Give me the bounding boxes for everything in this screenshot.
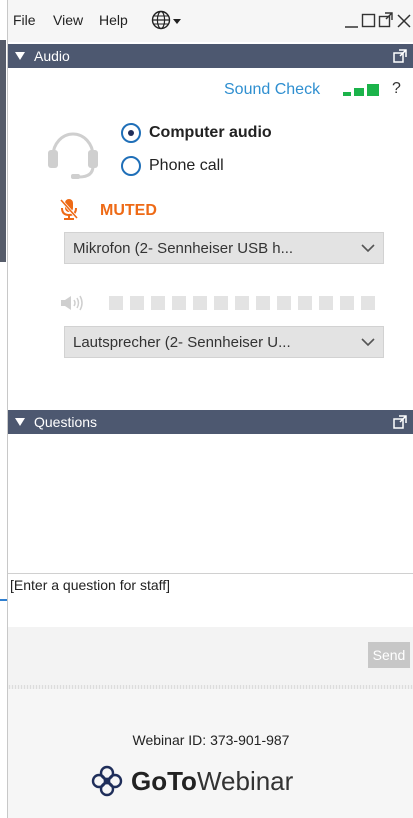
chevron-down-icon xyxy=(361,244,375,253)
gotowebinar-control-panel: File View Help Audio Sound Check ? Compu… xyxy=(7,0,413,818)
close-icon[interactable] xyxy=(395,10,413,30)
level-segment xyxy=(361,296,375,310)
gotowebinar-flower-icon xyxy=(91,765,123,797)
microphone-select[interactable]: Mikrofon (2- Sennheiser USB h... xyxy=(64,232,384,264)
level-segment xyxy=(193,296,207,310)
send-bar: Send xyxy=(8,627,413,685)
questions-section-header[interactable]: Questions xyxy=(8,410,413,434)
audio-help-icon[interactable]: ? xyxy=(392,80,401,98)
send-button[interactable]: Send xyxy=(368,642,410,668)
level-segment xyxy=(319,296,333,310)
level-segment xyxy=(340,296,354,310)
language-dropdown-caret-icon[interactable] xyxy=(173,19,181,24)
level-segment xyxy=(151,296,165,310)
sound-check-link[interactable]: Sound Check xyxy=(224,81,320,99)
speaker-select[interactable]: Lautsprecher (2- Sennheiser U... xyxy=(64,326,384,358)
level-segment xyxy=(298,296,312,310)
background-window-edge xyxy=(0,40,6,262)
microphone-muted-icon[interactable] xyxy=(59,197,79,221)
menu-file[interactable]: File xyxy=(13,12,36,28)
footer: Webinar ID: 373-901-987 GoToWebinar xyxy=(8,689,413,818)
headset-icon xyxy=(48,132,98,179)
brand-name: GoToWebinar xyxy=(131,766,294,796)
minimize-icon[interactable] xyxy=(343,10,361,30)
speaker-select-value: Lautsprecher (2- Sennheiser U... xyxy=(73,334,291,351)
maximize-icon[interactable] xyxy=(360,10,378,30)
level-segment xyxy=(277,296,291,310)
collapse-triangle-icon[interactable] xyxy=(15,418,25,426)
mute-status-label: MUTED xyxy=(100,202,157,219)
collapse-triangle-icon[interactable] xyxy=(15,52,25,60)
gotowebinar-logo: GoToWebinar xyxy=(91,761,351,801)
question-input-area xyxy=(8,573,413,629)
phone-call-radio[interactable] xyxy=(121,156,141,176)
menu-help[interactable]: Help xyxy=(99,12,128,28)
menu-view[interactable]: View xyxy=(53,12,83,28)
level-segment xyxy=(109,296,123,310)
signal-strength-icon xyxy=(343,84,379,96)
speaker-volume-icon xyxy=(61,295,83,311)
webinar-id: Webinar ID: 373-901-987 xyxy=(132,732,290,748)
audio-popout-icon[interactable] xyxy=(393,49,407,63)
level-segment xyxy=(235,296,249,310)
level-segment xyxy=(172,296,186,310)
left-edge-strip xyxy=(0,0,6,818)
questions-popout-icon[interactable] xyxy=(393,415,407,429)
audio-header-label: Audio xyxy=(34,48,70,64)
chevron-down-icon xyxy=(361,338,375,347)
microphone-select-value: Mikrofon (2- Sennheiser USB h... xyxy=(73,240,294,257)
level-segment xyxy=(256,296,270,310)
phone-call-label[interactable]: Phone call xyxy=(149,157,224,175)
title-bar: File View Help xyxy=(8,0,413,42)
popout-icon[interactable] xyxy=(377,10,395,30)
level-segment xyxy=(214,296,228,310)
questions-header-label: Questions xyxy=(34,414,98,430)
computer-audio-label[interactable]: Computer audio xyxy=(149,124,272,142)
computer-audio-radio[interactable] xyxy=(121,123,141,143)
question-input[interactable] xyxy=(8,574,413,628)
questions-log xyxy=(8,436,413,572)
language-globe-icon[interactable] xyxy=(151,10,171,30)
audio-section-header[interactable]: Audio xyxy=(8,44,413,68)
level-segment xyxy=(130,296,144,310)
